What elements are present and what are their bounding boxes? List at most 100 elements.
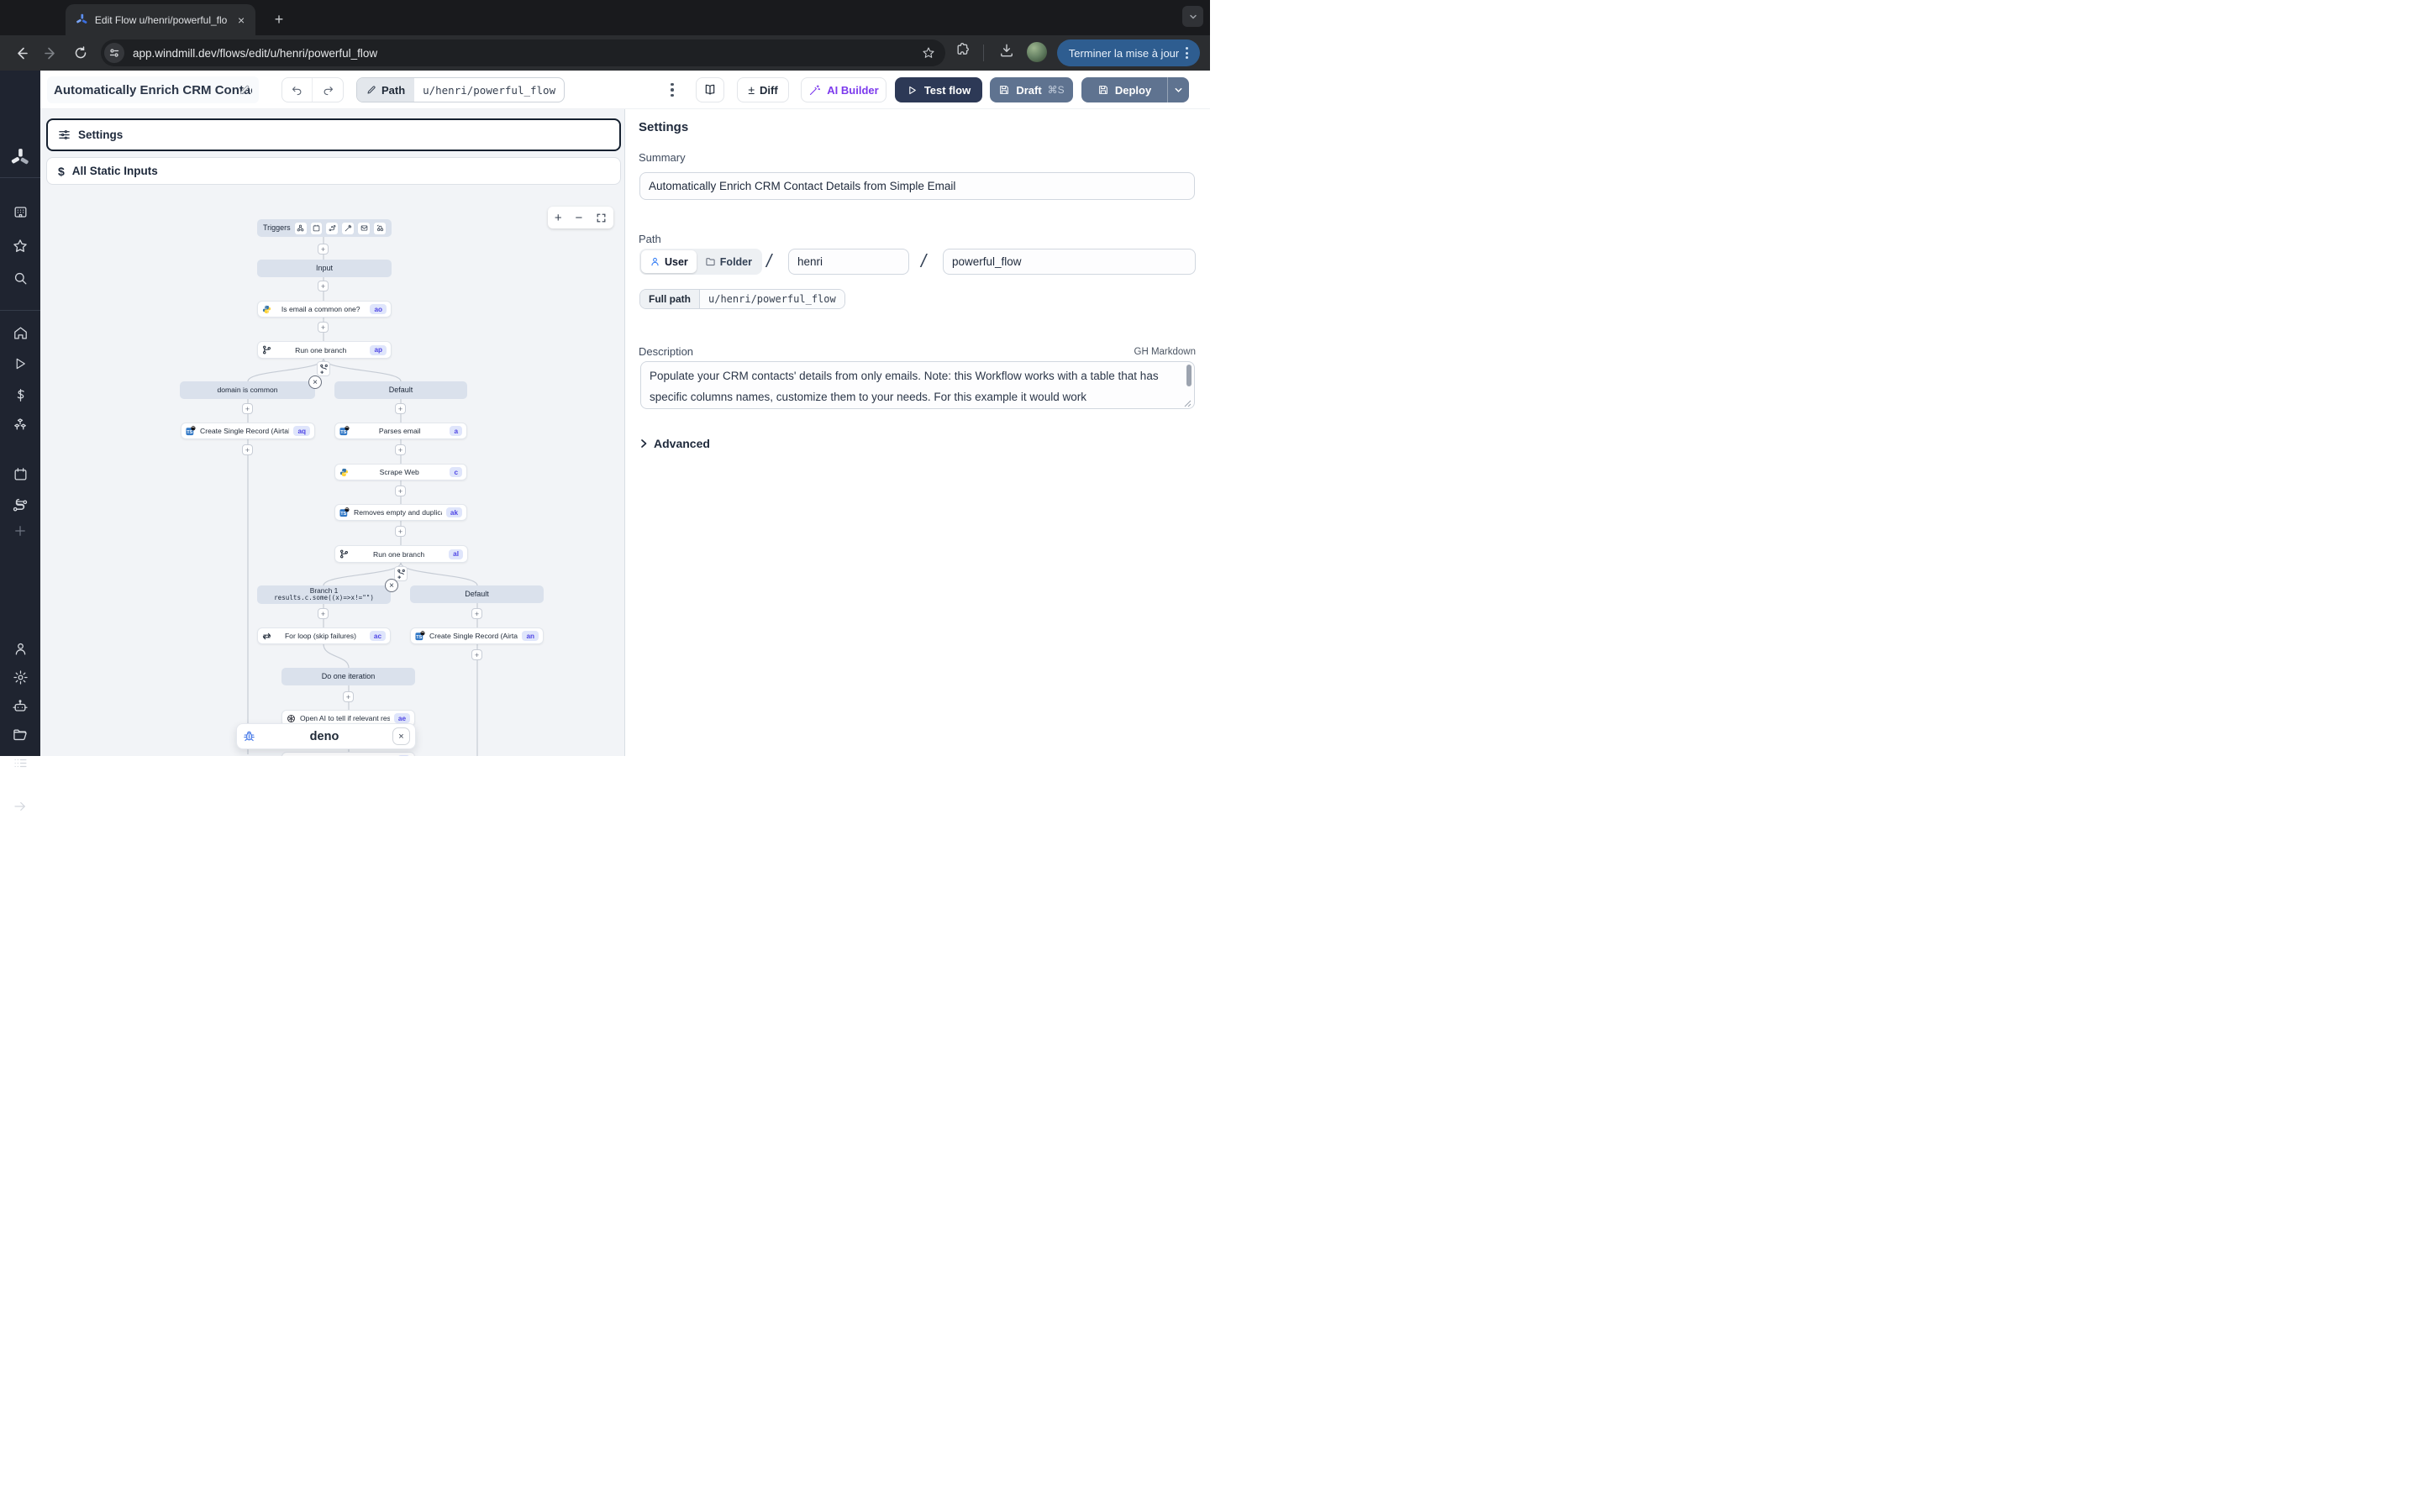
sidebar-item-runs[interactable]: [0, 356, 40, 371]
path-owner-input[interactable]: [788, 249, 909, 275]
input-node-label: Input: [316, 264, 333, 272]
step-node-create-record-2[interactable]: TS Create Single Record (Airtable) an: [410, 627, 544, 644]
advanced-section-toggle[interactable]: Advanced: [639, 437, 710, 450]
sidebar-item-settings[interactable]: [0, 669, 40, 685]
sidebar-item-favorites[interactable]: [0, 238, 40, 255]
resize-handle-icon[interactable]: [1184, 400, 1192, 407]
step-node-run-one-branch-1[interactable]: Run one branch ap: [257, 341, 392, 359]
tab-close-icon[interactable]: ×: [234, 13, 249, 28]
websocket-trigger-button[interactable]: [342, 223, 354, 234]
step-node-partial[interactable]: [281, 752, 415, 756]
windmill-logo[interactable]: [0, 148, 40, 168]
add-step-button[interactable]: +: [395, 486, 406, 496]
forward-button[interactable]: [39, 42, 61, 64]
branch-node-branch-1[interactable]: Branch 1 results.c.some((x)=>x!=""): [257, 585, 391, 604]
extensions-button[interactable]: [955, 42, 971, 59]
site-settings-icon[interactable]: [104, 43, 124, 63]
sidebar-item-resources[interactable]: [0, 417, 40, 433]
remove-branch-button[interactable]: ×: [385, 579, 398, 592]
more-options-button[interactable]: [662, 77, 682, 102]
branch-node-default-1[interactable]: Default: [334, 381, 467, 399]
add-branch-button[interactable]: [394, 566, 408, 581]
add-step-button[interactable]: +: [318, 608, 329, 619]
sidebar-item-users[interactable]: [0, 641, 40, 657]
path-name-input[interactable]: [943, 249, 1196, 275]
undo-button[interactable]: [282, 78, 313, 102]
input-node[interactable]: Input: [257, 260, 392, 277]
step-node-for-loop[interactable]: For loop (skip failures) ac: [257, 627, 391, 644]
loop-node-do-one-iteration[interactable]: Do one iteration: [281, 668, 415, 685]
sidebar-item-workspace[interactable]: [0, 204, 40, 220]
sidebar-item-routes[interactable]: [0, 497, 40, 514]
email-trigger-button[interactable]: [358, 223, 370, 234]
add-step-button[interactable]: +: [318, 281, 329, 291]
add-step-button[interactable]: +: [471, 608, 482, 619]
add-step-button[interactable]: +: [471, 649, 482, 660]
draft-button[interactable]: Draft ⌘S: [990, 77, 1073, 102]
sidebar-item-audit-logs[interactable]: [0, 755, 40, 771]
profile-avatar[interactable]: [1027, 42, 1047, 62]
step-node-removes-duplicates[interactable]: TS Removes empty and duplicates ak: [334, 504, 467, 521]
step-node-scrape-web[interactable]: Scrape Web c: [334, 464, 467, 480]
deno-popup[interactable]: deno ×: [236, 723, 416, 749]
app-sidebar: [0, 71, 40, 756]
browser-tab[interactable]: Edit Flow u/henri/powerful_flo ×: [66, 4, 255, 35]
diff-button[interactable]: ± Diff: [737, 77, 789, 102]
add-step-button[interactable]: +: [318, 244, 329, 255]
path-button[interactable]: Path u/henri/powerful_flow: [356, 77, 565, 102]
back-button[interactable]: [10, 42, 32, 64]
download-button[interactable]: [998, 42, 1015, 59]
step-node-run-one-branch-2[interactable]: Run one branch al: [334, 545, 468, 563]
step-node-create-record-1[interactable]: TS Create Single Record (Airtable) aq: [181, 423, 315, 439]
bookmark-star-icon[interactable]: [922, 46, 935, 60]
schedule-trigger-button[interactable]: [311, 223, 323, 234]
sidebar-item-schedules[interactable]: [0, 466, 40, 482]
address-bar[interactable]: app.windmill.dev/flows/edit/u/henri/powe…: [101, 39, 945, 66]
new-tab-button[interactable]: +: [269, 9, 289, 29]
chrome-menu-icon[interactable]: [1186, 47, 1188, 59]
add-step-button[interactable]: +: [318, 322, 329, 333]
description-textarea[interactable]: Populate your CRM contacts' details from…: [640, 361, 1195, 409]
ai-builder-button[interactable]: AI Builder: [801, 77, 886, 102]
test-flow-button[interactable]: Test flow: [895, 77, 982, 102]
step-node-is-email[interactable]: Is email a common one? ao: [257, 301, 392, 318]
description-scrollbar[interactable]: [1186, 365, 1192, 386]
chrome-update-button[interactable]: Terminer la mise à jour: [1057, 39, 1200, 66]
sidebar-item-home[interactable]: [0, 325, 40, 341]
remove-branch-button[interactable]: ×: [308, 375, 322, 389]
branch-node-domain-is-common[interactable]: domain is common: [180, 381, 315, 399]
full-path-value: u/henri/powerful_flow: [700, 290, 844, 308]
docs-button[interactable]: [696, 77, 724, 102]
window-chevron-button[interactable]: [1182, 6, 1203, 27]
sidebar-collapse-button[interactable]: [0, 799, 40, 814]
sidebar-item-search[interactable]: [0, 270, 40, 286]
route-trigger-button[interactable]: [326, 223, 338, 234]
deno-popup-close-button[interactable]: ×: [392, 727, 410, 745]
add-step-button[interactable]: +: [395, 444, 406, 455]
flow-canvas[interactable]: Settings $ All Static Inputs + − Trigger…: [40, 109, 625, 756]
sidebar-item-folders[interactable]: [0, 727, 40, 743]
sidebar-item-add[interactable]: [0, 523, 40, 538]
reload-button[interactable]: [70, 42, 92, 64]
deploy-button[interactable]: Deploy: [1081, 77, 1167, 102]
deploy-dropdown-button[interactable]: [1167, 77, 1189, 102]
triggers-node[interactable]: Triggers: [257, 219, 392, 237]
owner-kind-user[interactable]: User: [641, 250, 697, 273]
redo-button[interactable]: [313, 78, 343, 102]
branch-node-default-2[interactable]: Default: [410, 585, 544, 603]
add-step-button[interactable]: +: [242, 444, 253, 455]
toolbar-divider: [983, 45, 984, 61]
sidebar-item-workers[interactable]: [0, 698, 40, 715]
flow-title[interactable]: Automatically Enrich CRM Contact Details…: [47, 76, 259, 103]
owner-kind-folder[interactable]: Folder: [697, 256, 760, 268]
poll-trigger-button[interactable]: [374, 223, 386, 234]
add-step-button[interactable]: +: [343, 691, 354, 702]
add-branch-button[interactable]: [317, 361, 330, 376]
webhook-trigger-button[interactable]: [295, 223, 307, 234]
sidebar-item-variables[interactable]: [0, 387, 40, 403]
add-step-button[interactable]: +: [395, 403, 406, 414]
add-step-button[interactable]: +: [242, 403, 253, 414]
step-node-parses-email[interactable]: TS Parses email a: [334, 423, 467, 439]
add-step-button[interactable]: +: [395, 526, 406, 537]
summary-input[interactable]: [639, 172, 1195, 200]
